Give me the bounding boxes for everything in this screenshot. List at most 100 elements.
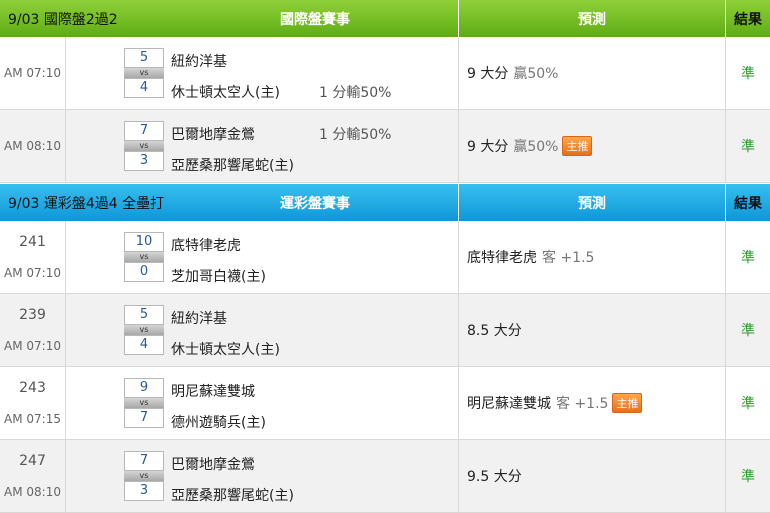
match-cell: 5 vs 4 紐約洋基 休士頓太空人(主) 1 分輸50% (66, 37, 459, 109)
away-score: 7 (124, 408, 164, 428)
time-cell: AM 08:10 (0, 110, 66, 182)
prediction-cell: 8.5 大分 (459, 294, 726, 366)
result-cell: 準 (741, 469, 755, 485)
prediction-sub: 贏50% (513, 66, 559, 82)
team-home[interactable]: 巴爾地摩金鶯 (171, 124, 255, 144)
prediction-cell: 9 大分 贏50% (459, 37, 726, 109)
score-box: 7 vs 3 (124, 121, 164, 171)
team-home[interactable]: 明尼蘇達雙城 (171, 381, 255, 401)
match-number: 247 (19, 453, 46, 469)
match-time: AM 08:10 (4, 485, 61, 499)
prediction-cell: 9.5 大分 (459, 440, 726, 512)
lottery-predict-header: 預測 (459, 184, 726, 221)
team-away[interactable]: 亞歷桑那響尾蛇(主) (171, 155, 294, 175)
vs-label: vs (124, 141, 164, 151)
intl-predict-header: 預測 (459, 0, 726, 37)
prediction-cell: 底特律老虎 客 +1.5 (459, 221, 726, 293)
time-cell: AM 07:10 (0, 37, 66, 109)
result-cell: 準 (741, 66, 755, 82)
team-away[interactable]: 德州遊騎兵(主) (171, 412, 266, 432)
result-cell: 準 (741, 250, 755, 266)
score-box: 9 vs 7 (124, 378, 164, 428)
prediction-sub: 贏50% (513, 139, 559, 155)
time-cell: 243 AM 07:15 (0, 367, 66, 439)
vs-label: vs (124, 325, 164, 335)
team-home[interactable]: 紐約洋基 (171, 308, 227, 328)
prediction-text: 9.5 大分 (467, 469, 522, 485)
team-away[interactable]: 亞歷桑那響尾蛇(主) (171, 485, 294, 505)
away-score: 0 (124, 262, 164, 282)
match-time: AM 07:10 (4, 66, 61, 80)
match-number: 241 (19, 234, 46, 250)
lottery-event-label: 運彩盤賽事 (280, 195, 350, 212)
score-box: 5 vs 4 (124, 305, 164, 355)
score-box: 10 vs 0 (124, 232, 164, 282)
away-score: 4 (124, 78, 164, 98)
prediction-text: 底特律老虎 (467, 250, 537, 266)
featured-badge: 主推 (612, 393, 643, 413)
intl-rows: AM 07:10 5 vs 4 紐約洋基 休士頓太空人(主) 1 分輸50% 9… (0, 37, 770, 183)
prediction-text: 9 大分 (467, 66, 509, 82)
featured-badge: 主推 (562, 136, 593, 156)
home-score: 7 (124, 451, 164, 471)
match-time: AM 08:10 (4, 139, 61, 153)
intl-header: 9/03 國際盤2過2 國際盤賽事 預測 結果 (0, 0, 770, 37)
result-cell: 準 (741, 323, 755, 339)
vs-label: vs (124, 398, 164, 408)
team-home[interactable]: 巴爾地摩金鶯 (171, 454, 255, 474)
match-cell: 7 vs 3 巴爾地摩金鶯 亞歷桑那響尾蛇(主) (66, 440, 459, 512)
vs-label: vs (124, 68, 164, 78)
match-time: AM 07:15 (4, 412, 61, 426)
prediction-text: 9 大分 (467, 139, 509, 155)
away-score: 3 (124, 151, 164, 171)
match-time: AM 07:10 (4, 339, 61, 353)
intl-date: 9/03 國際盤2過2 (8, 11, 118, 28)
prediction-sub: 客 +1.5 (542, 250, 595, 266)
intl-table: 9/03 國際盤2過2 國際盤賽事 預測 結果 AM 07:10 5 vs 4 … (0, 0, 770, 183)
prediction-sub: 客 +1.5 (556, 396, 609, 412)
lottery-header: 9/03 運彩盤4過4 全壘打 運彩盤賽事 預測 結果 (0, 184, 770, 221)
match-number: 239 (19, 307, 46, 323)
team-home[interactable]: 底特律老虎 (171, 235, 241, 255)
team-away[interactable]: 芝加哥白襪(主) (171, 266, 266, 286)
prediction-cell: 明尼蘇達雙城 客 +1.5 主推 (459, 367, 726, 439)
time-cell: 247 AM 08:10 (0, 440, 66, 512)
match-row[interactable]: AM 08:10 7 vs 3 巴爾地摩金鶯 亞歷桑那響尾蛇(主) 1 分輸50… (0, 110, 770, 183)
away-score: 3 (124, 481, 164, 501)
handicap-home: 1 分輸50% (319, 127, 392, 143)
lottery-result-header: 結果 (734, 195, 762, 212)
away-score: 4 (124, 335, 164, 355)
match-row[interactable]: 243 AM 07:15 9 vs 7 明尼蘇達雙城 德州遊騎兵(主) 明尼蘇達… (0, 367, 770, 440)
home-score: 5 (124, 305, 164, 325)
intl-event-label: 國際盤賽事 (280, 11, 350, 28)
time-cell: 241 AM 07:10 (0, 221, 66, 293)
team-away[interactable]: 休士頓太空人(主) (171, 82, 280, 102)
handicap-away: 1 分輸50% (319, 85, 392, 101)
match-cell: 10 vs 0 底特律老虎 芝加哥白襪(主) (66, 221, 459, 293)
match-time: AM 07:10 (4, 266, 61, 280)
vs-label: vs (124, 471, 164, 481)
prediction-cell: 9 大分 贏50% 主推 (459, 110, 726, 182)
home-score: 10 (124, 232, 164, 252)
lottery-date: 9/03 運彩盤4過4 全壘打 (8, 195, 165, 212)
match-row[interactable]: 239 AM 07:10 5 vs 4 紐約洋基 休士頓太空人(主) 8.5 大… (0, 294, 770, 367)
match-number: 243 (19, 380, 46, 396)
team-home[interactable]: 紐約洋基 (171, 51, 227, 71)
prediction-text: 明尼蘇達雙城 (467, 396, 551, 412)
match-row[interactable]: 241 AM 07:10 10 vs 0 底特律老虎 芝加哥白襪(主) 底特律老… (0, 221, 770, 294)
match-cell: 7 vs 3 巴爾地摩金鶯 亞歷桑那響尾蛇(主) 1 分輸50% (66, 110, 459, 182)
home-score: 5 (124, 48, 164, 68)
result-cell: 準 (741, 396, 755, 412)
home-score: 9 (124, 378, 164, 398)
match-row[interactable]: 247 AM 08:10 7 vs 3 巴爾地摩金鶯 亞歷桑那響尾蛇(主) 9.… (0, 440, 770, 513)
home-score: 7 (124, 121, 164, 141)
result-cell: 準 (741, 139, 755, 155)
team-away[interactable]: 休士頓太空人(主) (171, 339, 280, 359)
score-box: 7 vs 3 (124, 451, 164, 501)
intl-result-header: 結果 (734, 11, 762, 28)
match-row[interactable]: AM 07:10 5 vs 4 紐約洋基 休士頓太空人(主) 1 分輸50% 9… (0, 37, 770, 110)
match-cell: 9 vs 7 明尼蘇達雙城 德州遊騎兵(主) (66, 367, 459, 439)
match-cell: 5 vs 4 紐約洋基 休士頓太空人(主) (66, 294, 459, 366)
lottery-table: 9/03 運彩盤4過4 全壘打 運彩盤賽事 預測 結果 241 AM 07:10… (0, 184, 770, 513)
prediction-text: 8.5 大分 (467, 323, 522, 339)
